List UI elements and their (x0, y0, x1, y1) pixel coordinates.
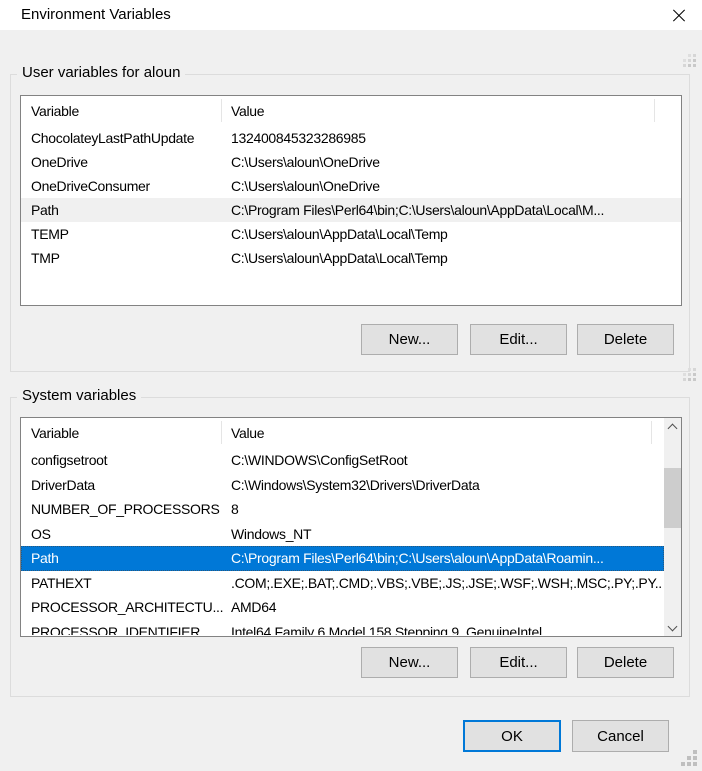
table-row[interactable]: PROCESSOR_ARCHITECTU... AMD64 (21, 595, 664, 620)
scroll-down-button[interactable] (664, 619, 681, 636)
table-row[interactable]: Path C:\Program Files\Perl64\bin;C:\Users… (21, 546, 664, 571)
table-row[interactable]: Path C:\Program Files\Perl64\bin;C:\Users… (21, 198, 681, 222)
table-row[interactable]: TEMP C:\Users\aloun\AppData\Local\Temp (21, 222, 681, 246)
column-header-variable[interactable]: Variable (31, 418, 79, 448)
value-cell: C:\Program Files\Perl64\bin;C:\Users\alo… (231, 546, 662, 571)
user-edit-button[interactable]: Edit... (470, 324, 567, 355)
window-resize-grip[interactable] (682, 751, 698, 767)
value-cell: C:\WINDOWS\ConfigSetRoot (231, 448, 662, 473)
table-row[interactable]: NUMBER_OF_PROCESSORS 8 (21, 497, 664, 522)
variable-cell: NUMBER_OF_PROCESSORS (31, 497, 224, 522)
variable-cell: Path (31, 198, 224, 222)
table-row[interactable]: OS Windows_NT (21, 522, 664, 547)
user-list-rows: ChocolateyLastPathUpdate 1324008453232869… (21, 126, 681, 304)
chevron-down-icon (668, 622, 678, 632)
column-separator (654, 99, 655, 122)
table-row[interactable]: OneDrive C:\Users\aloun\OneDrive (21, 150, 681, 174)
variable-cell: OneDrive (31, 150, 224, 174)
value-cell: C:\Users\aloun\OneDrive (231, 174, 679, 198)
variable-cell: TEMP (31, 222, 224, 246)
value-cell: C:\Users\aloun\AppData\Local\Temp (231, 246, 679, 270)
user-variables-list[interactable]: Variable Value ChocolateyLastPathUpdate 1… (20, 95, 682, 306)
environment-variables-dialog: Environment Variables User variables for… (0, 0, 702, 771)
column-separator (221, 421, 222, 444)
user-new-button[interactable]: New... (361, 324, 458, 355)
variable-cell: TMP (31, 246, 224, 270)
value-cell: AMD64 (231, 595, 662, 620)
table-row[interactable]: TMP C:\Users\aloun\AppData\Local\Temp (21, 246, 681, 270)
table-row[interactable]: DriverData C:\Windows\System32\Drivers\Dr… (21, 473, 664, 498)
value-cell: C:\Windows\System32\Drivers\DriverData (231, 473, 662, 498)
value-cell: C:\Users\aloun\AppData\Local\Temp (231, 222, 679, 246)
ok-button[interactable]: OK (463, 720, 561, 752)
chevron-up-icon (668, 424, 678, 434)
system-delete-button[interactable]: Delete (577, 647, 674, 678)
table-row[interactable]: PATHEXT .COM;.EXE;.BAT;.CMD;.VBS;.VBE;.JS… (21, 571, 664, 596)
table-row[interactable]: PROCESSOR_IDENTIFIER Intel64 Family 6 Mod… (21, 620, 664, 636)
cancel-button[interactable]: Cancel (572, 720, 669, 752)
variable-cell: configsetroot (31, 448, 224, 473)
system-variables-list[interactable]: Variable Value configsetroot C:\WINDOWS\C… (20, 417, 682, 637)
value-cell: C:\Users\aloun\OneDrive (231, 150, 679, 174)
system-list-header: Variable Value (21, 418, 681, 448)
scrollbar-thumb[interactable] (664, 468, 681, 528)
column-header-value[interactable]: Value (231, 418, 264, 448)
system-edit-button[interactable]: Edit... (470, 647, 567, 678)
user-list-header: Variable Value (21, 96, 681, 126)
table-row[interactable]: configsetroot C:\WINDOWS\ConfigSetRoot (21, 448, 664, 473)
value-cell: 132400845323286985 (231, 126, 679, 150)
variable-cell: PROCESSOR_ARCHITECTU... (31, 595, 224, 620)
close-icon (671, 7, 687, 23)
variable-cell: ChocolateyLastPathUpdate (31, 126, 224, 150)
variable-cell: OneDriveConsumer (31, 174, 224, 198)
value-cell: .COM;.EXE;.BAT;.CMD;.VBS;.VBE;.JS;.JSE;.… (231, 571, 662, 596)
titlebar[interactable]: Environment Variables (0, 0, 702, 30)
variable-cell: DriverData (31, 473, 224, 498)
table-row[interactable]: OneDriveConsumer C:\Users\aloun\OneDrive (21, 174, 681, 198)
column-header-variable[interactable]: Variable (31, 96, 79, 126)
table-row[interactable]: ChocolateyLastPathUpdate 1324008453232869… (21, 126, 681, 150)
window-title: Environment Variables (21, 0, 171, 30)
column-header-value[interactable]: Value (231, 96, 264, 126)
system-list-rows: configsetrootC:\WINDOWS\ConfigSetRootDri… (21, 448, 664, 635)
variable-cell: OS (31, 522, 224, 547)
variable-cell: Path (31, 546, 224, 571)
vertical-scrollbar[interactable] (664, 418, 681, 636)
value-cell: C:\Program Files\Perl64\bin;C:\Users\alo… (231, 198, 679, 222)
system-new-button[interactable]: New... (361, 647, 458, 678)
user-variables-legend: User variables for aloun (17, 64, 185, 81)
value-cell: Intel64 Family 6 Model 158 Stepping 9, G… (231, 620, 662, 636)
scroll-up-button[interactable] (664, 418, 681, 435)
column-separator (651, 421, 652, 444)
value-cell: Windows_NT (231, 522, 662, 547)
variable-cell: PATHEXT (31, 571, 224, 596)
variable-cell: PROCESSOR_IDENTIFIER (31, 620, 224, 636)
close-button[interactable] (656, 0, 702, 30)
user-delete-button[interactable]: Delete (577, 324, 674, 355)
value-cell: 8 (231, 497, 662, 522)
column-separator (221, 99, 222, 122)
system-variables-legend: System variables (17, 387, 141, 404)
section-grip-dots-icon (683, 54, 696, 67)
